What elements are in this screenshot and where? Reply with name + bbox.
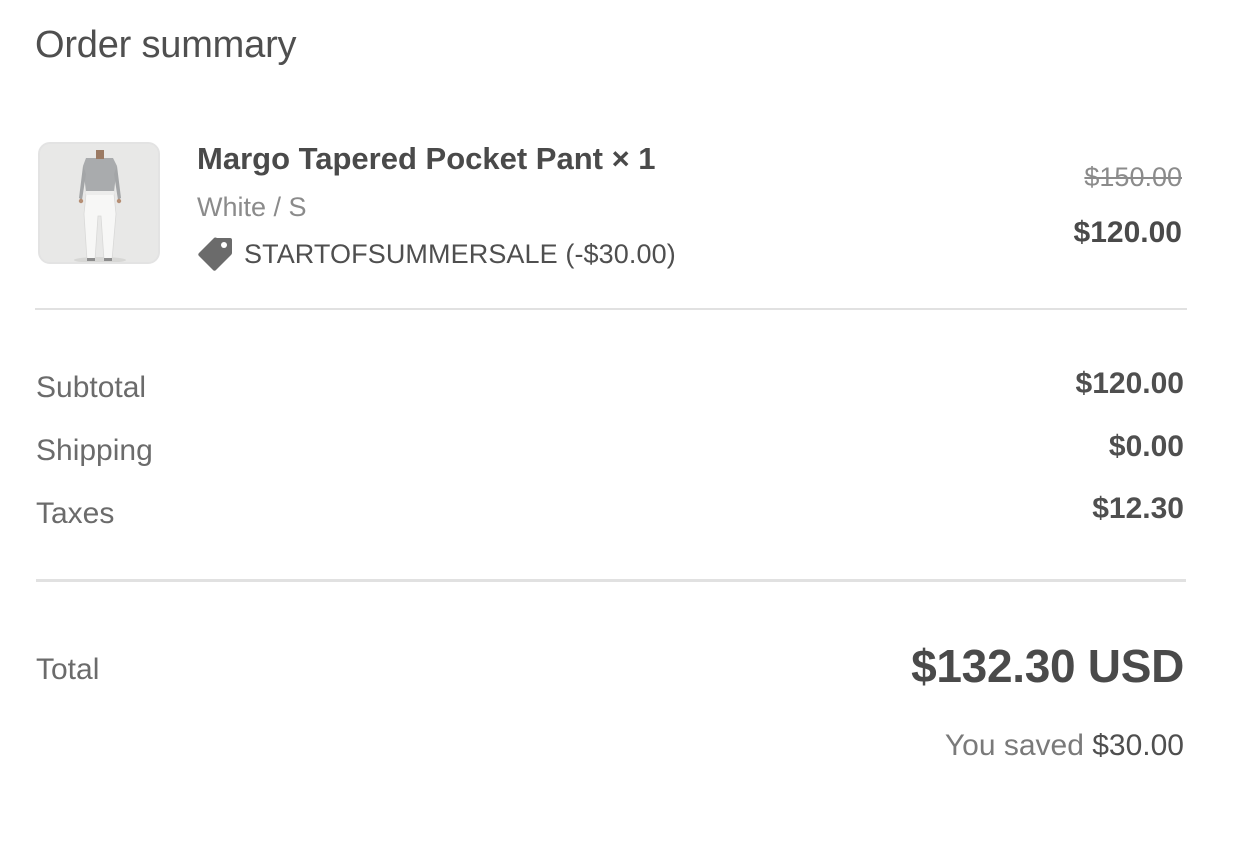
taxes-value: $12.30 (1092, 492, 1184, 525)
page-title: Order summary (35, 24, 297, 66)
discount-code-row: STARTOFSUMMERSALE (-$30.00) (197, 234, 676, 274)
tag-icon (197, 236, 233, 272)
product-thumbnail (38, 142, 160, 264)
shipping-value: $0.00 (1108, 430, 1184, 463)
subtotal-value: $120.00 (1075, 367, 1184, 400)
savings-label: You saved (944, 729, 1093, 762)
product-name: Margo Tapered Pocket Pant × 1 (197, 141, 656, 176)
savings-amount: $30.00 (1092, 729, 1184, 762)
total-value: $132.30 USD (911, 640, 1184, 692)
shipping-label: Shipping (36, 434, 153, 467)
original-price: $150.00 (1084, 162, 1182, 192)
divider (35, 308, 1187, 310)
product-variant: White / S (197, 192, 307, 222)
taxes-label: Taxes (36, 497, 115, 530)
subtotal-label: Subtotal (36, 371, 147, 404)
savings-summary: You saved $30.00 (945, 728, 1184, 764)
total-label: Total (36, 653, 100, 686)
line-item-price: $120.00 (1073, 216, 1182, 249)
divider (36, 579, 1186, 582)
product-image (40, 144, 158, 262)
discount-code: STARTOFSUMMERSALE (-$30.00) (244, 239, 676, 269)
